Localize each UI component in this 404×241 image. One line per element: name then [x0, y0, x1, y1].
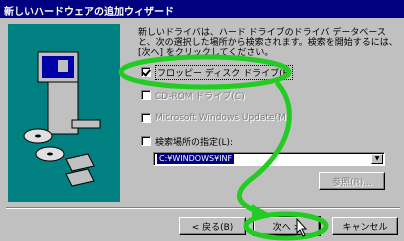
specify-location-option[interactable]: 検索場所の指定(L):	[141, 135, 233, 148]
windows-update-label: Microsoft Windows Update(M)	[155, 113, 290, 123]
window-title: 新しいハードウェアの追加ウィザード	[4, 7, 174, 18]
instructions-text: 新しいドライバは、ハード ドライブのドライバ データベースと、次の選択した場所か…	[138, 28, 398, 58]
title-bar: 新しいハードウェアの追加ウィザード	[0, 0, 404, 18]
location-combobox[interactable]: C:¥WINDOWS¥INF ▼	[153, 152, 385, 166]
annotation-arrow	[236, 81, 292, 215]
specify-location-label[interactable]: 検索場所の指定(L):	[155, 135, 233, 148]
separator	[6, 207, 400, 209]
windows-update-checkbox	[141, 113, 151, 123]
cancel-button[interactable]: キャンセル	[332, 217, 398, 235]
floppy-drive-checkbox[interactable]	[141, 67, 151, 77]
location-value[interactable]: C:¥WINDOWS¥INF	[157, 154, 235, 164]
wizard-illustration	[8, 24, 120, 202]
dropdown-arrow-icon[interactable]: ▼	[371, 154, 383, 164]
windows-update-option: Microsoft Windows Update(M)	[141, 112, 289, 124]
cdrom-drive-option: CD-ROM ドライブ(C)	[141, 89, 245, 102]
specify-location-checkbox[interactable]	[141, 136, 151, 146]
floppy-drive-option[interactable]: フロッピー ディスク ドライブ(F)	[141, 64, 294, 80]
cdrom-drive-checkbox	[141, 90, 151, 100]
back-button[interactable]: < 戻る(B)	[179, 217, 246, 235]
browse-button[interactable]: 参照(R)...	[319, 172, 385, 190]
next-button[interactable]: 次へ >	[253, 216, 321, 236]
cdrom-drive-label: CD-ROM ドライブ(C)	[155, 91, 245, 102]
floppy-drive-label[interactable]: フロッピー ディスク ドライブ(F)	[155, 64, 294, 80]
